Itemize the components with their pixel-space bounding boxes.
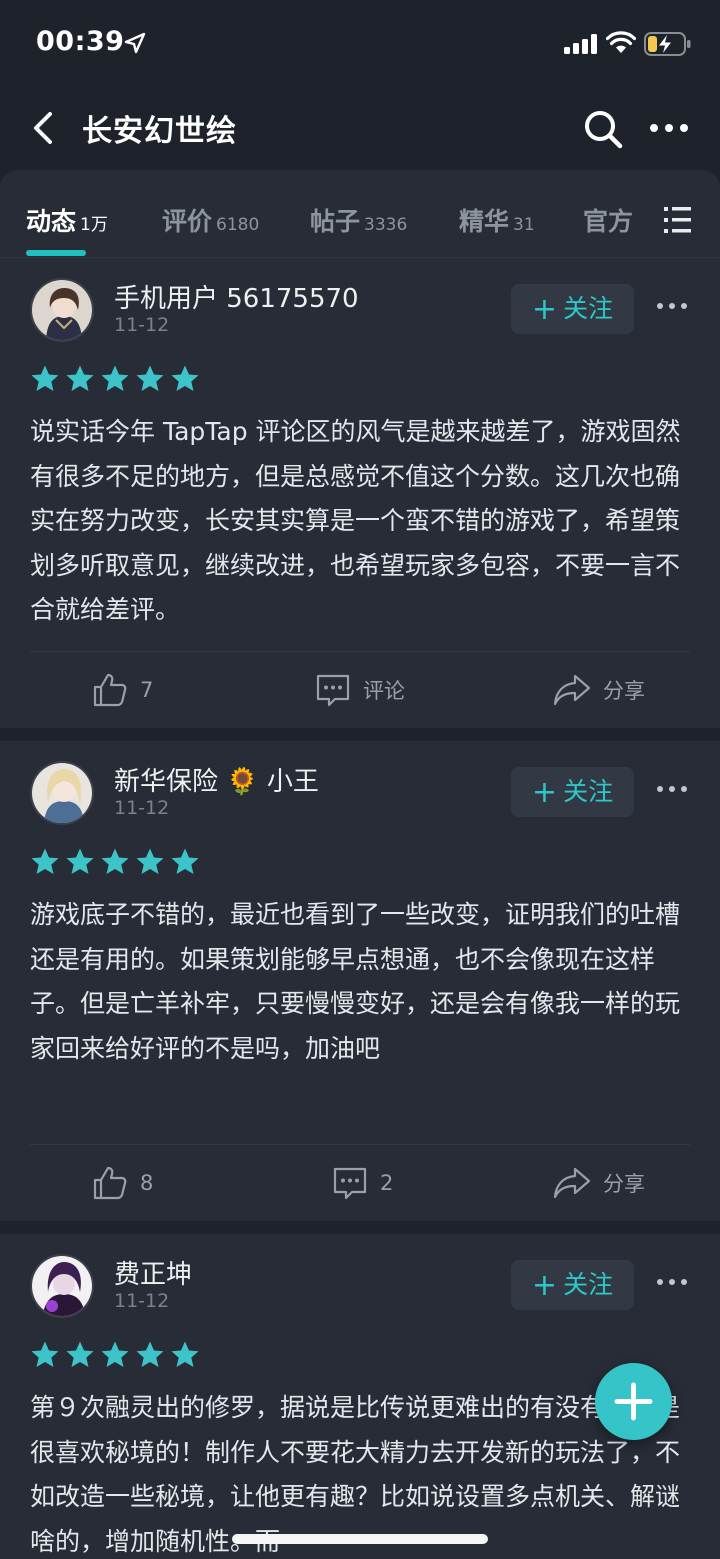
comment-icon — [316, 674, 350, 707]
share-button[interactable]: 分享 — [553, 1165, 645, 1201]
star-icon — [31, 1341, 59, 1367]
page-title: 长安幻世绘 — [82, 114, 237, 149]
avatar[interactable] — [30, 1254, 94, 1318]
comment-button[interactable]: 2 — [332, 1165, 393, 1201]
thumbs-up-icon — [93, 1166, 127, 1200]
star-rating — [30, 847, 200, 877]
star-icon — [136, 848, 164, 874]
review-card: 手机用户 56175570 11-12 + 关注 说实话今年 TapTap 评论区… — [0, 258, 720, 728]
tab-dynamic[interactable]: 动态 1万 — [26, 202, 108, 238]
star-icon — [136, 365, 164, 391]
tab-reviews[interactable]: 评价 6180 — [162, 202, 259, 238]
card-more-icon[interactable] — [654, 1270, 690, 1294]
back-arrow-icon[interactable] — [26, 108, 62, 148]
star-icon — [171, 848, 199, 874]
star-rating — [30, 1340, 200, 1370]
username[interactable]: 手机用户 56175570 — [114, 278, 359, 315]
star-icon — [31, 365, 59, 391]
username[interactable]: 费正坤 — [114, 1254, 192, 1291]
plus-icon: + — [531, 775, 558, 810]
star-rating — [30, 364, 200, 394]
star-icon — [66, 365, 94, 391]
share-icon — [553, 674, 591, 706]
plus-icon — [614, 1382, 653, 1421]
card-more-icon[interactable] — [654, 777, 690, 801]
cellular-signal-icon — [564, 34, 597, 54]
more-options-icon[interactable] — [648, 108, 690, 148]
tab-posts[interactable]: 帖子 3336 — [310, 202, 407, 238]
follow-button[interactable]: + 关注 — [511, 1260, 634, 1310]
like-button[interactable]: 8 — [92, 1165, 153, 1201]
post-date: 11-12 — [114, 797, 170, 819]
star-icon — [171, 1341, 199, 1367]
share-icon — [553, 1167, 591, 1199]
star-icon — [136, 1341, 164, 1367]
card-more-icon[interactable] — [654, 294, 690, 318]
username[interactable]: 新华保险 🌻 小王 — [114, 761, 319, 798]
review-text[interactable]: 说实话今年 TapTap 评论区的风气是越来越差了，游戏固然有很多不足的地方，但… — [30, 410, 695, 633]
tab-featured[interactable]: 精华 31 — [459, 202, 535, 238]
plus-icon: + — [531, 292, 558, 327]
share-button[interactable]: 分享 — [553, 672, 645, 708]
divider — [30, 651, 690, 652]
wifi-icon — [606, 31, 636, 53]
review-text[interactable]: 游戏底子不错的，最近也看到了一些改变，证明我们的吐槽还是有用的。如果策划能够早点… — [30, 893, 695, 1071]
star-icon — [101, 365, 129, 391]
location-arrow-icon — [124, 32, 146, 54]
avatar[interactable] — [30, 761, 94, 825]
comment-button[interactable]: 评论 — [315, 672, 405, 708]
tab-bar: 动态 1万 评价 6180 帖子 3336 精华 31 官方 — [0, 170, 720, 258]
star-icon — [66, 1341, 94, 1367]
review-card: 新华保险 🌻 小王 11-12 + 关注 游戏底子不错的，最近也看到了一些改变，证… — [0, 741, 720, 1221]
follow-button[interactable]: + 关注 — [511, 284, 634, 334]
active-tab-indicator — [26, 250, 86, 256]
like-button[interactable]: 7 — [92, 672, 153, 708]
star-icon — [101, 848, 129, 874]
star-icon — [101, 1341, 129, 1367]
tab-official[interactable]: 官方 — [583, 202, 633, 238]
avatar[interactable] — [30, 278, 94, 342]
navigation-bar: 长安幻世绘 — [0, 88, 720, 168]
post-date: 11-12 — [114, 314, 170, 336]
star-icon — [66, 848, 94, 874]
search-icon[interactable] — [582, 108, 624, 150]
post-date: 11-12 — [114, 1290, 170, 1312]
create-post-button[interactable] — [595, 1363, 672, 1440]
thumbs-up-icon — [93, 673, 127, 707]
tab-menu-icon[interactable] — [638, 200, 694, 240]
star-icon — [31, 848, 59, 874]
divider — [30, 1144, 690, 1145]
comment-icon — [333, 1167, 367, 1200]
star-icon — [171, 365, 199, 391]
status-time: 00:39 — [36, 26, 125, 57]
follow-button[interactable]: + 关注 — [511, 767, 634, 817]
battery-charging-icon — [644, 32, 691, 56]
status-bar: 00:39 — [0, 0, 720, 88]
home-indicator[interactable] — [232, 1534, 488, 1544]
plus-icon: + — [531, 1268, 558, 1303]
